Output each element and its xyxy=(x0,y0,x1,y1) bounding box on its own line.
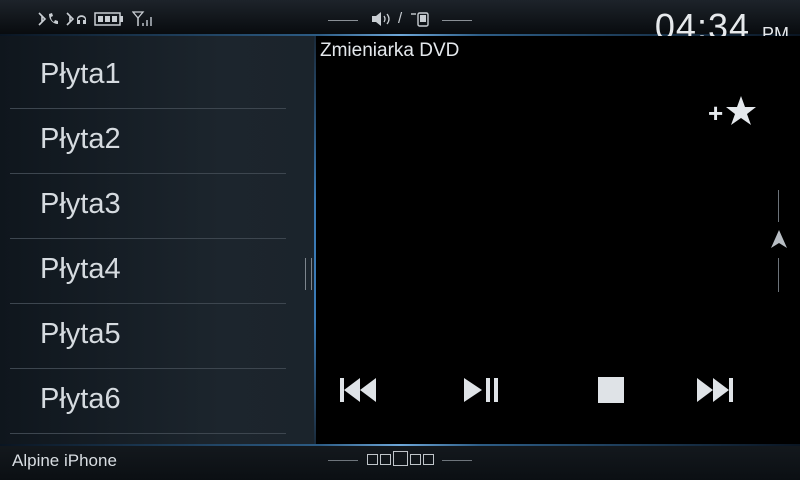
play-pause-icon xyxy=(464,378,498,402)
disc-list[interactable]: Płyta1 Płyta2 Płyta3 Płyta4 Płyta5 Płyta… xyxy=(0,36,316,444)
page-dot-5[interactable] xyxy=(423,454,434,465)
list-item-label: Płyta6 xyxy=(40,383,121,415)
page-dot-1[interactable] xyxy=(367,454,378,465)
bottom-bar-highlight xyxy=(0,444,800,446)
list-item-disc-6[interactable]: Płyta6 xyxy=(10,369,286,434)
list-item-disc-1[interactable]: Płyta1 xyxy=(10,44,286,109)
scrollbar-track-bottom xyxy=(778,258,779,292)
scrollbar-track-top xyxy=(778,190,779,222)
previous-icon xyxy=(340,378,376,402)
page-dot-2[interactable] xyxy=(380,454,391,465)
next-icon xyxy=(697,378,733,402)
list-item-label: Płyta4 xyxy=(40,253,121,285)
star-icon xyxy=(726,96,756,125)
status-divider-left xyxy=(328,20,358,21)
volume-icon xyxy=(372,12,390,26)
list-item-label: Płyta5 xyxy=(40,318,121,350)
bottom-bar: Alpine iPhone xyxy=(0,444,800,480)
status-separator: / xyxy=(398,10,403,27)
signal-icon xyxy=(132,11,152,26)
phone-icon xyxy=(411,12,429,27)
next-button[interactable] xyxy=(691,370,739,410)
list-item-disc-2[interactable]: Płyta2 xyxy=(10,109,286,174)
page-indicator-line-left xyxy=(328,460,358,461)
page-dot-3-active[interactable] xyxy=(393,451,408,466)
list-resize-handle[interactable] xyxy=(305,258,312,290)
page-title: Zmieniarka DVD xyxy=(320,40,460,61)
bluetooth-audio-icon xyxy=(66,12,86,26)
page-dot-4[interactable] xyxy=(410,454,421,465)
list-item-label: Płyta2 xyxy=(40,123,121,155)
stop-button[interactable] xyxy=(587,370,635,410)
list-item-disc-3[interactable]: Płyta3 xyxy=(10,174,286,239)
list-edge-highlight xyxy=(314,36,316,444)
favorite-plus: + xyxy=(708,98,724,128)
list-item-disc-5[interactable]: Płyta5 xyxy=(10,304,286,369)
source-name: Alpine iPhone xyxy=(12,451,117,470)
scroll-up-arrow-icon[interactable] xyxy=(770,228,788,252)
previous-button[interactable] xyxy=(336,370,384,410)
main-panel: Zmieniarka DVD + xyxy=(318,36,800,444)
add-favorite-button[interactable]: + xyxy=(706,94,760,134)
list-item-disc-4[interactable]: Płyta4 xyxy=(10,239,286,304)
stop-icon xyxy=(598,377,624,403)
list-item-label: Płyta3 xyxy=(40,188,121,220)
status-bar: / 04:34 PM xyxy=(0,0,800,47)
status-divider-right xyxy=(442,20,472,21)
page-indicator-line-right xyxy=(442,460,472,461)
battery-icon xyxy=(94,12,123,26)
bluetooth-phone-icon xyxy=(38,12,58,26)
play-pause-button[interactable] xyxy=(460,370,508,410)
list-item-label: Płyta1 xyxy=(40,58,121,90)
